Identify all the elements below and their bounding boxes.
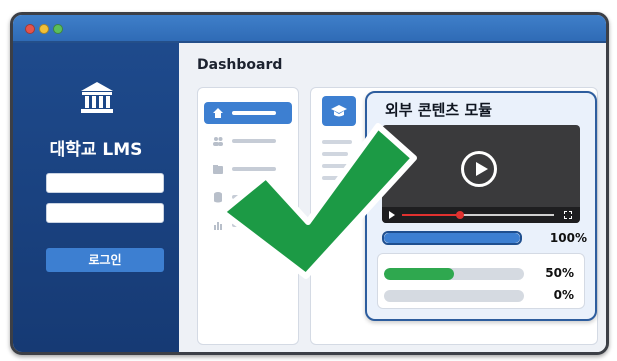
nav-label-bar [232,111,276,115]
page-title: Dashboard [197,57,283,73]
placeholder-line [322,152,348,156]
placeholder-line [322,164,352,168]
title-bar [13,15,606,43]
nav-item-home[interactable] [204,102,292,124]
progress-fill [384,233,520,243]
progress-card: 50% 0% [377,253,585,309]
content-panel: 외부 콘텐츠 모듈 100% 50% 0% [310,87,598,345]
nav-item-chart[interactable] [204,214,292,236]
progress-row: 0% [384,288,574,304]
lms-window: 대학교 LMS 로그인 Dashboard 외부 콘텐츠 모듈 100% 50%… [10,12,609,355]
username-field[interactable] [46,173,164,193]
university-building-icon [81,82,113,113]
placeholder-line [322,140,352,144]
placeholder-line [322,176,344,180]
progress-row-main: 100% [382,231,587,247]
progress-row: 50% [384,266,574,282]
video-player[interactable] [382,125,580,223]
database-icon [214,192,222,203]
folder-icon [213,165,223,174]
nav-item-database[interactable] [204,186,292,208]
app-title: 대학교 LMS [49,140,143,160]
progress-label: 50% [545,266,574,280]
graduation-cap-icon [331,105,347,117]
nav-label-bar [232,223,276,227]
close-dot-icon[interactable] [25,24,35,34]
video-seek-bar[interactable] [402,211,554,219]
fullscreen-icon[interactable] [564,211,572,219]
main-area: Dashboard 외부 콘텐츠 모듈 100% 50% 0% [179,43,606,352]
users-icon [213,137,223,146]
minimize-dot-icon[interactable] [39,24,49,34]
small-play-icon[interactable] [389,211,395,219]
video-seek-knob[interactable] [455,211,464,219]
play-icon[interactable] [461,151,497,187]
progress-label: 100% [549,231,587,245]
password-field[interactable] [46,203,164,223]
nav-label-bar [232,167,276,171]
login-button[interactable]: 로그인 [46,248,164,272]
maximize-dot-icon[interactable] [53,24,63,34]
video-controls [382,207,580,223]
progress-track [384,268,524,280]
nav-label-bar [232,195,276,199]
video-seek-fill [402,214,460,216]
nav-item-users[interactable] [204,130,292,152]
chart-icon [214,222,222,230]
progress-label: 0% [553,288,574,302]
course-icon-tile [322,96,356,126]
progress-track [382,231,522,245]
progress-fill [384,268,454,280]
progress-track [384,290,524,302]
home-icon [213,108,223,118]
nav-label-bar [232,139,276,143]
external-content-module: 외부 콘텐츠 모듈 100% 50% 0% [365,91,597,321]
module-title: 외부 콘텐츠 모듈 [385,101,493,119]
nav-panel [197,87,299,345]
login-sidebar: 대학교 LMS 로그인 [13,43,179,352]
nav-item-folder[interactable] [204,158,292,180]
